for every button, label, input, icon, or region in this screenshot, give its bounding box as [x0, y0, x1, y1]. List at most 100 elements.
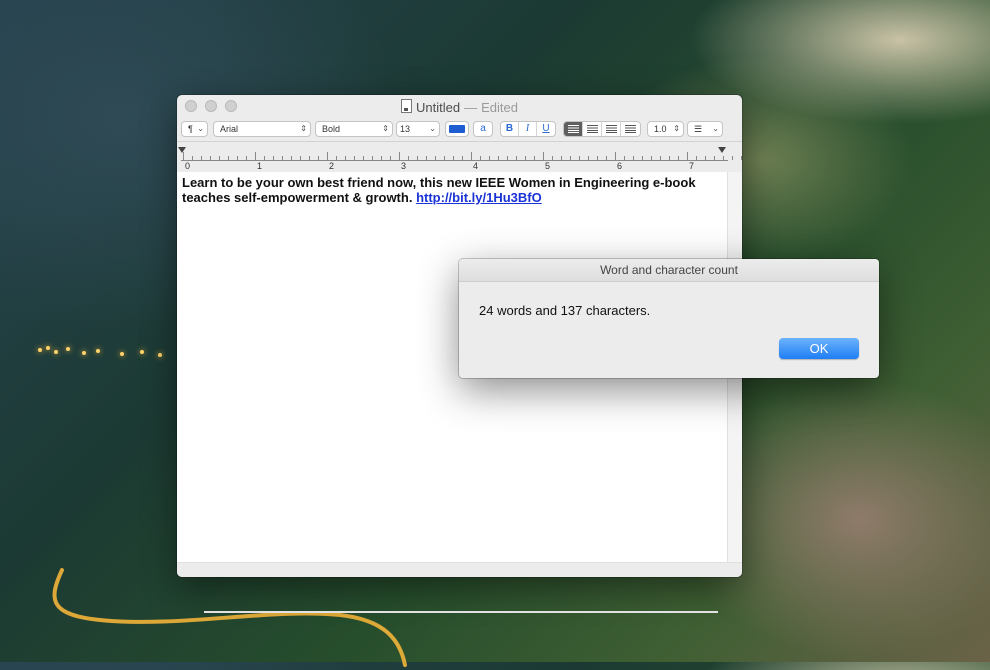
ruler-tick: [318, 156, 319, 160]
ruler-tick: [696, 156, 697, 160]
ruler-tick: [273, 156, 274, 160]
ruler[interactable]: 0 1 2 3 4 5 6 7: [177, 141, 742, 173]
ruler-tick: [219, 156, 220, 160]
window-bottom-bar: [177, 562, 742, 577]
ruler-tick: [183, 152, 184, 160]
ruler-tick: [561, 156, 562, 160]
ruler-tick: [282, 156, 283, 160]
ruler-number: 2: [329, 161, 335, 171]
ruler-tick: [606, 156, 607, 160]
ruler-tick: [732, 156, 733, 160]
ruler-tick: [462, 156, 463, 160]
ruler-tick: [714, 156, 715, 160]
document-content[interactable]: Learn to be your own best friend now, th…: [182, 175, 722, 205]
ruler-tick: [444, 156, 445, 160]
left-indent-marker[interactable]: [178, 147, 186, 153]
word-count-dialog: Word and character count 24 words and 13…: [459, 259, 879, 378]
ruler-tick: [354, 156, 355, 160]
text-style-buttons: B I U: [500, 121, 556, 137]
text-color-swatch: [449, 125, 465, 133]
font-style-popup[interactable]: Bold ⇕: [315, 121, 393, 137]
edited-status[interactable]: Edited: [481, 100, 518, 115]
ruler-number: 3: [401, 161, 407, 171]
ruler-tick: [498, 156, 499, 160]
ruler-tick: [291, 156, 292, 160]
ruler-tick: [435, 156, 436, 160]
word-count-message: 24 words and 137 characters.: [479, 303, 651, 318]
right-margin-marker[interactable]: [718, 147, 726, 153]
ruler-tick: [678, 156, 679, 160]
align-center-button[interactable]: [583, 122, 602, 136]
font-size-combobox[interactable]: 13 ⌄: [396, 121, 440, 137]
text-color-well[interactable]: [445, 121, 469, 137]
ruler-tick: [624, 156, 625, 160]
ruler-tick: [597, 156, 598, 160]
updown-chevron-icon: ⇕: [300, 124, 307, 133]
alignment-buttons: [563, 121, 641, 137]
ruler-tick: [570, 156, 571, 160]
document-icon[interactable]: [401, 99, 413, 113]
updown-chevron-icon: ⇕: [673, 124, 680, 133]
bold-button[interactable]: B: [501, 122, 519, 136]
ruler-baseline: [181, 160, 728, 161]
highlight-icon: a: [480, 123, 486, 134]
ruler-tick: [507, 156, 508, 160]
ruler-number: 6: [617, 161, 623, 171]
ruler-tick: [228, 156, 229, 160]
ruler-tick: [372, 156, 373, 160]
ruler-tick: [588, 156, 589, 160]
updown-chevron-icon: ⇕: [382, 124, 389, 133]
ruler-tick: [453, 156, 454, 160]
ruler-tick: [669, 156, 670, 160]
title-bar[interactable]: Untitled — Edited: [177, 95, 742, 119]
ruler-tick: [579, 156, 580, 160]
paragraph-styles-popup[interactable]: ¶ ⌄: [181, 121, 208, 137]
ruler-tick: [642, 156, 643, 160]
paragraph-icon: ¶: [188, 124, 193, 134]
ruler-tick: [552, 156, 553, 160]
window-title-text: Untitled: [416, 100, 461, 115]
font-family-value: Arial: [220, 124, 239, 134]
font-family-popup[interactable]: Arial ⇕: [213, 121, 311, 137]
dialog-title: Word and character count: [459, 259, 879, 282]
ruler-number: 1: [257, 161, 263, 171]
align-right-icon: [605, 125, 617, 133]
ruler-tick: [336, 156, 337, 160]
desktop-progress-line: [204, 611, 718, 613]
ruler-tick: [201, 156, 202, 160]
ruler-tick: [516, 156, 517, 160]
ok-button[interactable]: OK: [779, 338, 859, 359]
ruler-tick: [417, 156, 418, 160]
ruler-tick: [705, 156, 706, 160]
list-bullets-popup[interactable]: ☰ ⌄: [687, 121, 723, 137]
justify-button[interactable]: [621, 122, 640, 136]
ruler-tick: [390, 156, 391, 160]
ruler-tick: [327, 152, 328, 160]
ruler-tick: [255, 152, 256, 160]
ruler-number: 5: [545, 161, 551, 171]
ruler-tick: [480, 156, 481, 160]
ruler-number: 4: [473, 161, 479, 171]
ruler-tick: [633, 156, 634, 160]
ruler-tick: [660, 156, 661, 160]
ruler-tick: [300, 156, 301, 160]
ruler-tick: [543, 152, 544, 160]
ruler-tick: [192, 156, 193, 160]
align-right-button[interactable]: [602, 122, 621, 136]
italic-button[interactable]: I: [519, 122, 537, 136]
ruler-tick: [399, 152, 400, 160]
line-spacing-popup[interactable]: 1.0 ⇕: [647, 121, 684, 137]
ruler-tick: [489, 156, 490, 160]
title-separator: —: [464, 100, 478, 115]
align-center-icon: [586, 125, 598, 133]
ruler-tick: [426, 156, 427, 160]
list-icon: ☰: [694, 124, 703, 134]
align-left-button[interactable]: [564, 122, 583, 136]
ruler-number: 7: [689, 161, 695, 171]
justify-icon: [625, 125, 636, 133]
document-link[interactable]: http://bit.ly/1Hu3BfO: [416, 190, 542, 205]
ruler-tick: [615, 152, 616, 160]
ruler-tick: [237, 156, 238, 160]
highlight-color-button[interactable]: a: [473, 121, 493, 137]
underline-button[interactable]: U: [537, 122, 555, 136]
